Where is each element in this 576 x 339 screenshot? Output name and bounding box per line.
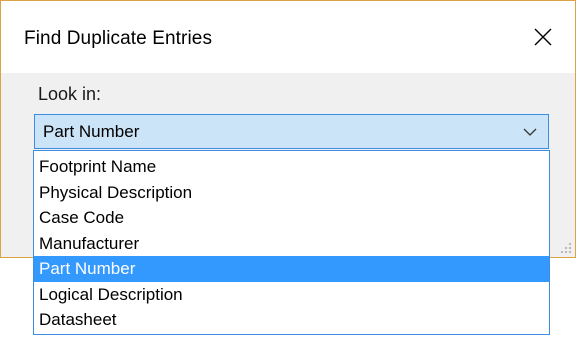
dropdown-option-case-code[interactable]: Case Code — [34, 205, 549, 231]
look-in-dropdown-list: Footprint Name Physical Description Case… — [33, 150, 550, 335]
dropdown-option-logical-description[interactable]: Logical Description — [34, 282, 549, 308]
dropdown-option-manufacturer[interactable]: Manufacturer — [34, 231, 549, 257]
resize-grip-icon[interactable] — [560, 242, 572, 254]
dropdown-option-footprint-name[interactable]: Footprint Name — [34, 154, 549, 180]
dropdown-option-physical-description[interactable]: Physical Description — [34, 180, 549, 206]
look-in-combobox[interactable]: Part Number — [34, 114, 549, 149]
close-button[interactable] — [511, 1, 575, 73]
dialog-title: Find Duplicate Entries — [24, 28, 213, 49]
dropdown-option-part-number[interactable]: Part Number — [34, 256, 549, 282]
screen: Find Duplicate Entries Look in: Part Num… — [0, 0, 576, 339]
chevron-down-icon — [523, 128, 537, 136]
close-icon — [534, 28, 552, 46]
dropdown-option-datasheet[interactable]: Datasheet — [34, 307, 549, 333]
dialog-titlebar: Find Duplicate Entries — [1, 1, 575, 73]
look-in-selected-value: Part Number — [43, 122, 140, 141]
look-in-label: Look in: — [38, 84, 102, 104]
